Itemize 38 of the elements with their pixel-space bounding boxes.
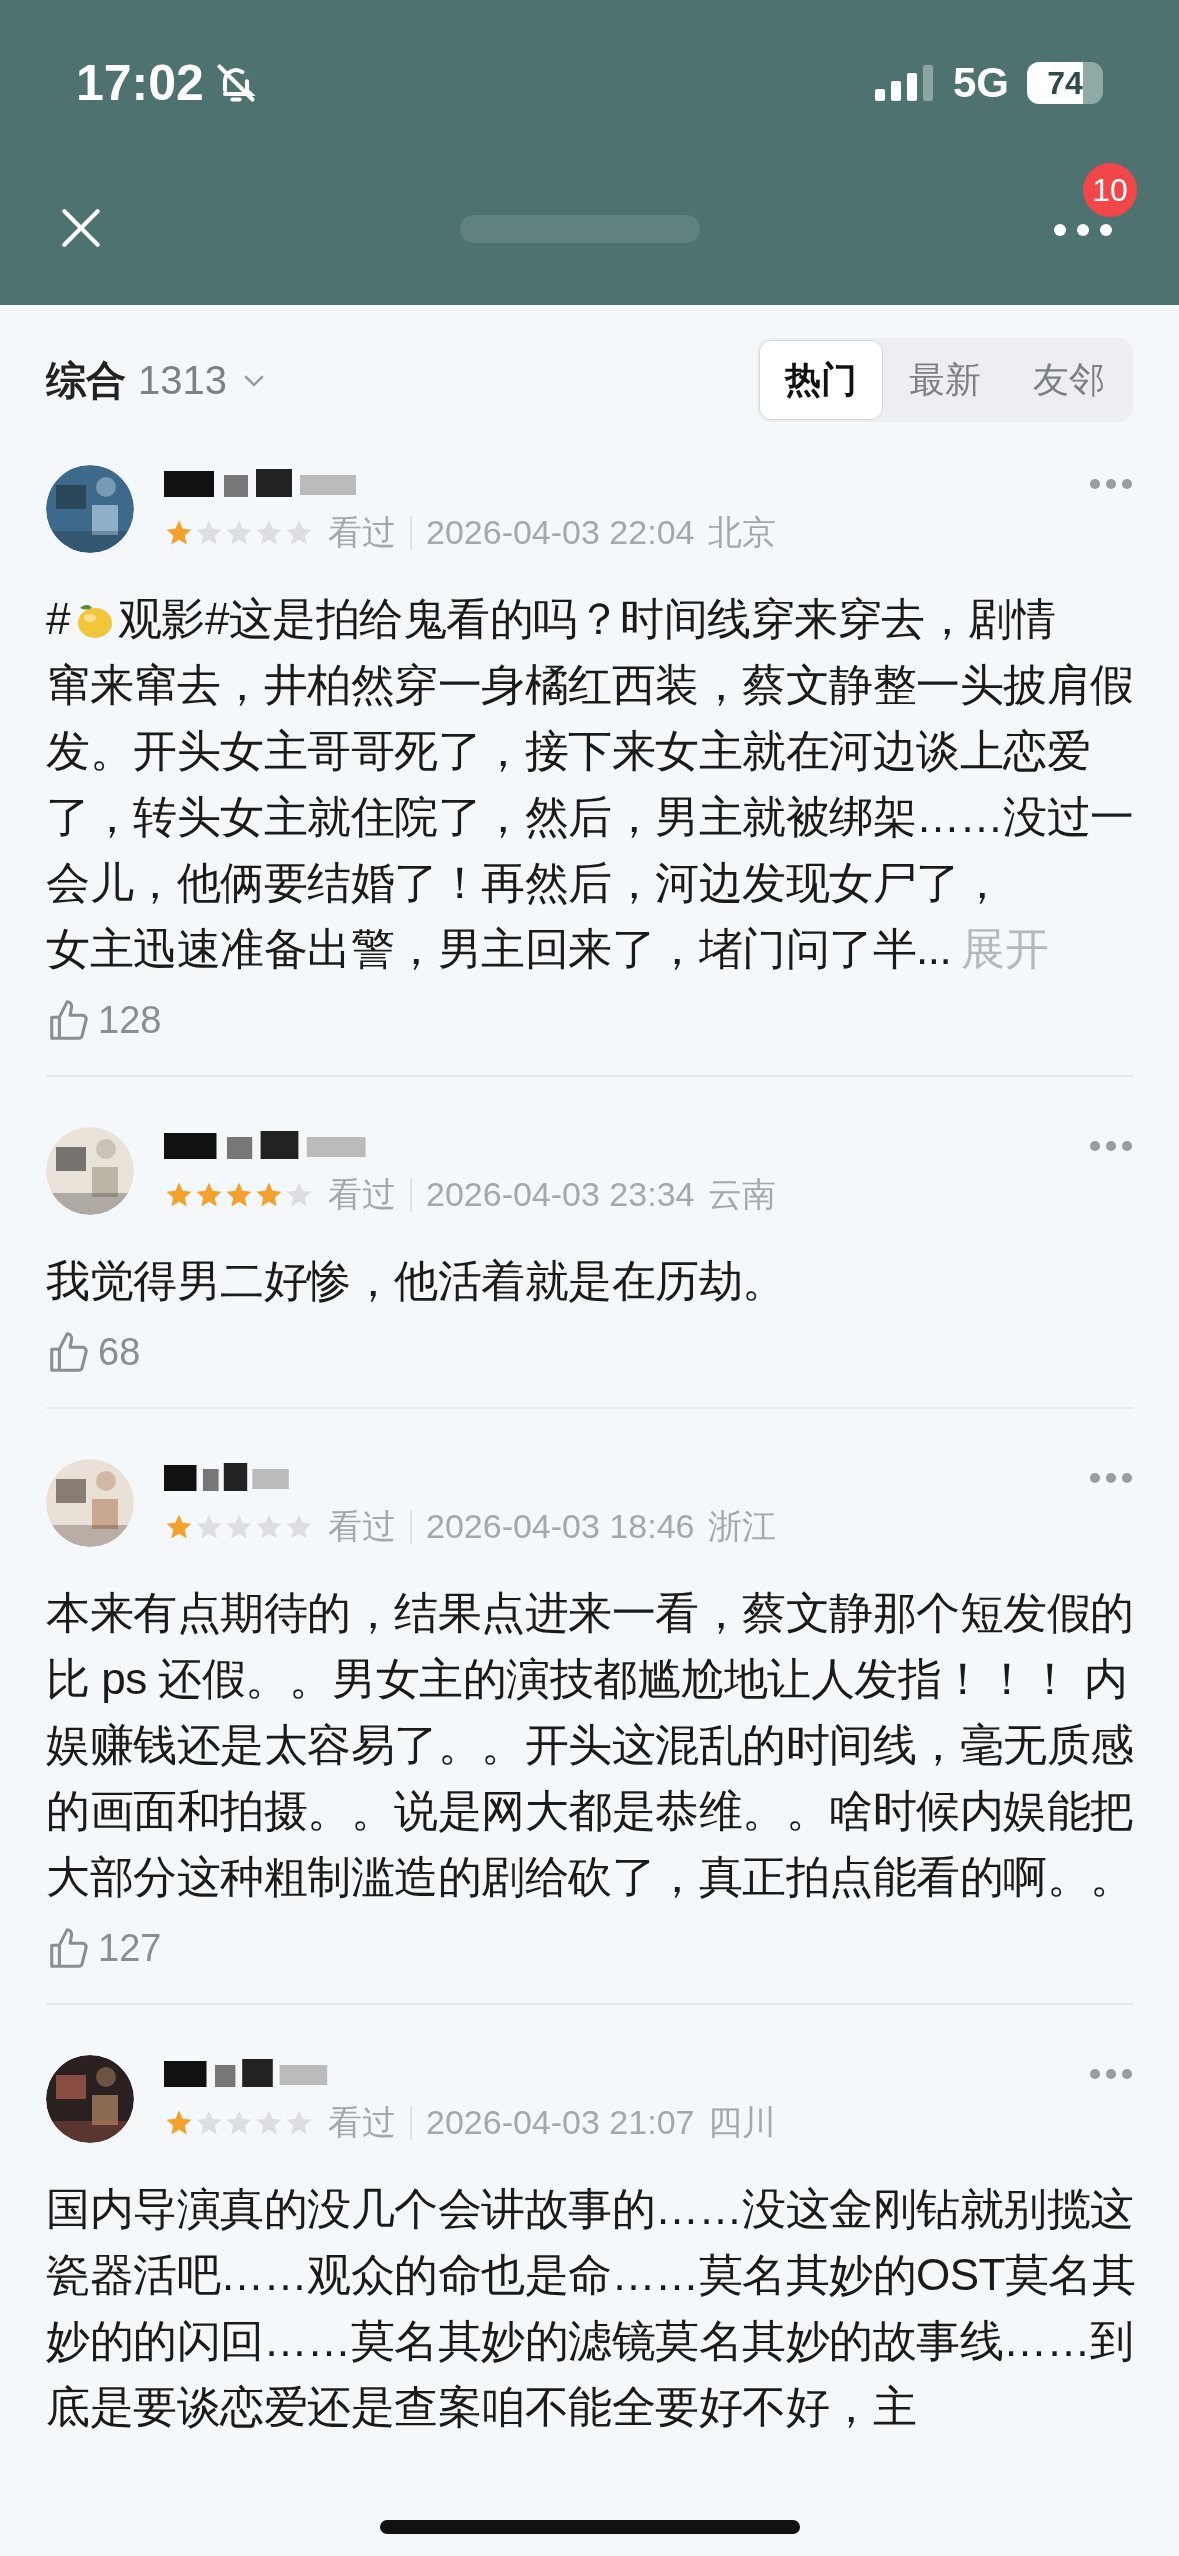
signal-icon (874, 63, 935, 103)
comment-time: 2026-04-03 21:07 (426, 2102, 695, 2143)
comment-text: 我觉得男二好惨，他活着就是在历劫。 (46, 1256, 786, 1305)
status-time: 17:02 (76, 58, 204, 108)
comment-location: 四川 (708, 2102, 777, 2143)
watched-label: 看过 (328, 1506, 396, 1547)
expand-link[interactable]: 展开 (961, 924, 1049, 973)
comment-count: 1313 (138, 357, 227, 404)
like-count: 128 (98, 998, 162, 1043)
comment-text: 窜来窜去，井柏然穿一身橘红西装，蔡文静整一头披肩假发。开头女主哥哥死了，接下来女主就在河边谈上恋爱了，转头女主就住院了，然后，男主就被绑架……没过一会儿，他俩要结婚了！再然后，河边发现女尸了， (46, 660, 1134, 907)
like-count: 127 (98, 1926, 162, 1971)
more-icon[interactable] (1089, 2068, 1133, 2080)
comment-text: # (46, 594, 70, 643)
more-icon[interactable] (1089, 478, 1133, 490)
watched-label: 看过 (328, 512, 396, 553)
more-icon[interactable] (1089, 1140, 1133, 1152)
sort-tab[interactable]: 最新 (883, 340, 1007, 420)
watched-label: 看过 (328, 1174, 396, 1215)
more-icon[interactable] (1053, 223, 1113, 237)
comment-time: 2026-04-03 23:34 (426, 1174, 695, 1215)
comment-text: 国内导演真的没几个会讲故事的……没这金刚钻就别揽这瓷器活吧……观众的命也是命……莫名其妙的OST莫名其妙的的闪回……莫名其妙的滤镜莫名其妙的故事线……到底是要谈恋爱还是查案咱不能全要好不好，主 (46, 2184, 1136, 2431)
sort-tab[interactable]: 友邻 (1007, 340, 1131, 420)
filter-label[interactable]: 综合 (46, 350, 126, 410)
comment-time: 2026-04-03 18:46 (426, 1506, 695, 1547)
sort-tab[interactable]: 热门 (759, 340, 883, 420)
comment-location: 北京 (708, 512, 777, 553)
notification-badge: 10 (1083, 163, 1137, 217)
network-label: 5G (952, 62, 1009, 104)
more-icon[interactable] (1089, 1472, 1133, 1484)
comment-text: 本来有点期待的，结果点进来一看，蔡文静那个短发假的比 ps 还假。。男女主的演技都尴尬地让人发指！！！ 内娱赚钱还是太容易了。。开头这混乱的时间线，毫无质感的画面和拍摄。。说是网大都是恭维。。啥时候内娱能把大部分这种粗制滥造的剧给砍了，真正拍点能看的啊。。 (46, 1588, 1134, 1901)
comment-text: 女主迅速准备出警，男主回来了，堵门问了半... (46, 924, 952, 973)
comment-location: 云南 (708, 1174, 777, 1215)
like-count: 68 (98, 1330, 141, 1375)
comment-time: 2026-04-03 22:04 (426, 512, 695, 553)
battery-indicator: 74 (1027, 62, 1103, 104)
comment-location: 浙江 (708, 1506, 777, 1547)
watched-label: 看过 (328, 2102, 396, 2143)
comment-text: 观影#这是拍给鬼看的吗？时间线穿来穿去，剧情 (118, 594, 1056, 643)
